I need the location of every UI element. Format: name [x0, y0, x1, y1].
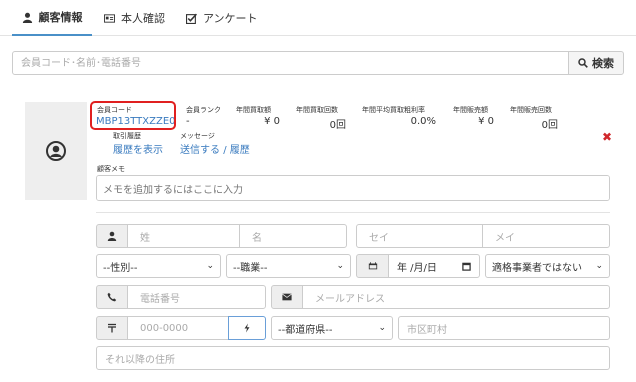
- calendar-icon: [368, 262, 377, 270]
- tab-identity-check[interactable]: 本人確認: [104, 0, 176, 36]
- search-button-label: 検索: [592, 57, 614, 70]
- first-name-field[interactable]: 名: [239, 224, 347, 248]
- postal-mark-icon: [108, 323, 116, 333]
- member-rank-label: 会員ランク: [186, 106, 221, 114]
- annual-sales-count-label: 年間販売回数: [510, 106, 552, 114]
- chevron-down-icon: ⌄: [378, 323, 386, 333]
- user-icon: [22, 12, 32, 23]
- address-rest-field[interactable]: それ以降の住所: [96, 346, 610, 370]
- member-rank-value: -: [186, 116, 190, 127]
- search-button[interactable]: 検索: [568, 51, 624, 75]
- last-kana-field[interactable]: セイ: [356, 224, 483, 248]
- history-label: 取引履歴: [113, 132, 141, 140]
- birthdate-value: 年 /月/日: [397, 262, 437, 274]
- annual-sales-amount-value: ¥ 0: [478, 116, 494, 127]
- chevron-down-icon: ⌄: [336, 261, 344, 271]
- invoice-select[interactable]: 適格事業者ではない ⌄: [485, 254, 610, 278]
- tab-label: 本人確認: [121, 12, 165, 25]
- last-name-field[interactable]: 姓: [127, 224, 240, 248]
- message-send-link[interactable]: 送信する: [180, 145, 220, 156]
- bolt-icon: [244, 323, 250, 333]
- invoice-select-value: 適格事業者ではない: [492, 262, 582, 274]
- annual-sales-count-value: 0回: [541, 120, 558, 131]
- tab-label: 顧客情報: [38, 11, 83, 24]
- avg-margin-value: 0.0%: [410, 116, 436, 127]
- message-history-link[interactable]: 履歴: [230, 145, 250, 156]
- phone-icon: [107, 292, 117, 302]
- member-code-highlight: [90, 101, 176, 130]
- gender-select[interactable]: --性別-- ⌄: [96, 254, 221, 278]
- prefecture-select-value: --都道府県--: [278, 324, 333, 336]
- phone-addon: [96, 285, 128, 309]
- divider: [96, 212, 610, 213]
- message-separator: /: [223, 145, 227, 156]
- tab-customer-info[interactable]: 顧客情報: [12, 0, 92, 36]
- first-kana-field[interactable]: メイ: [482, 224, 610, 248]
- tab-bar: 顧客情報 本人確認 アンケート: [0, 0, 636, 36]
- envelope-icon: [282, 293, 292, 301]
- avg-margin-label: 年間平均買取粗利率: [362, 106, 425, 114]
- email-field[interactable]: メールアドレス: [302, 285, 610, 309]
- postal-lookup-button[interactable]: [228, 316, 266, 340]
- postal-code-field[interactable]: 000-0000: [127, 316, 229, 340]
- birthdate-addon: [356, 254, 389, 278]
- memo-label: 顧客メモ: [97, 165, 125, 173]
- close-icon[interactable]: ✖: [602, 130, 612, 144]
- tab-survey[interactable]: アンケート: [186, 0, 262, 36]
- checkbox-icon: [186, 13, 197, 24]
- annual-purchase-count-value: 0回: [329, 120, 346, 131]
- annual-sales-amount-label: 年間販売額: [453, 106, 488, 114]
- annual-purchase-count-label: 年間買取回数: [296, 106, 338, 114]
- chevron-down-icon: ⌄: [595, 261, 603, 271]
- tab-label: アンケート: [203, 12, 258, 25]
- birthdate-field[interactable]: 年 /月/日: [388, 254, 480, 278]
- occupation-select[interactable]: --職業-- ⌄: [226, 254, 351, 278]
- calendar-icon[interactable]: [462, 262, 471, 271]
- id-card-icon: [104, 13, 115, 23]
- user-icon: [107, 231, 117, 241]
- history-link[interactable]: 履歴を表示: [113, 141, 163, 156]
- prefecture-select[interactable]: --都道府県-- ⌄: [271, 316, 393, 340]
- phone-field[interactable]: 電話番号: [127, 285, 266, 309]
- memo-textarea[interactable]: [96, 175, 610, 201]
- search-input[interactable]: [12, 51, 569, 75]
- annual-purchase-amount-label: 年間買取額: [236, 106, 271, 114]
- message-links: 送信する / 履歴: [180, 141, 250, 156]
- email-addon: [271, 285, 303, 309]
- search-icon: [578, 58, 588, 68]
- gender-select-value: --性別--: [103, 262, 138, 274]
- avatar: [25, 102, 87, 200]
- occupation-select-value: --職業--: [233, 262, 268, 274]
- annual-purchase-amount-value: ¥ 0: [264, 116, 280, 127]
- message-label: メッセージ: [180, 132, 215, 140]
- chevron-down-icon: ⌄: [206, 261, 214, 271]
- postal-addon: [96, 316, 128, 340]
- user-circle-icon: [46, 141, 66, 161]
- city-field[interactable]: 市区町村: [398, 316, 610, 340]
- name-addon: [96, 224, 128, 248]
